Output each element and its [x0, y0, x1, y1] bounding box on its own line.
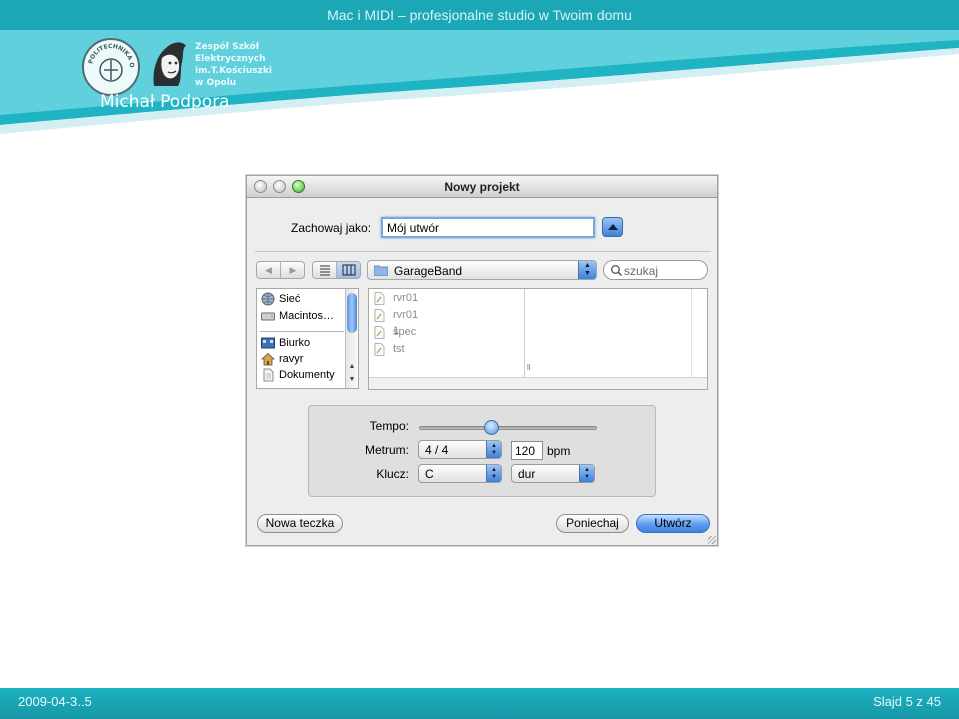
list-view-icon — [320, 265, 330, 276]
location-popup[interactable]: GarageBand ▲ ▼ — [367, 260, 597, 280]
garageband-file-icon — [374, 343, 385, 356]
project-settings-panel: Tempo: Metrum: 4 / 4 ▲▼ bpm Klucz: C ▲▼ … — [308, 405, 656, 497]
tempo-slider-track[interactable] — [419, 426, 597, 430]
forward-arrow-icon[interactable]: ▶ — [281, 262, 304, 278]
scale-mode-popup[interactable]: dur ▲ ▼ — [511, 464, 595, 483]
sidebar-item-label: ravyr — [279, 353, 304, 365]
garageband-file-icon — [374, 309, 385, 322]
documents-icon — [263, 368, 274, 382]
header-title: Mac i MIDI – profesjonalne studio w Twoi… — [327, 7, 632, 23]
filename-input[interactable] — [381, 217, 595, 238]
tempo-label: Tempo: — [369, 419, 409, 433]
resize-grip-icon[interactable] — [708, 536, 716, 544]
column-resize-handle-icon[interactable]: ll — [527, 363, 531, 372]
school-line-2: Elektrycznych — [195, 54, 266, 64]
school-line-1: Zespół Szkół — [195, 42, 260, 52]
dialog-titlebar[interactable]: Nowy projekt — [247, 176, 717, 198]
search-placeholder: szukaj — [624, 264, 659, 278]
divider — [255, 251, 711, 252]
save-as-label: Zachowaj jako: — [291, 221, 372, 235]
column-divider — [691, 289, 692, 377]
school-name: Zespół Szkół Elektrycznych im.T.Kościusz… — [195, 41, 285, 89]
places-sidebar: Sieć Macintos… Biurko ravyr Dokumenty ▲ … — [256, 288, 359, 389]
seal-icon: POLITECHNIKA OPOLSKA — [84, 40, 135, 82]
bpm-unit-label: bpm — [547, 444, 571, 458]
new-folder-button[interactable]: Nowa teczka — [257, 514, 343, 533]
dialog-title: Nowy projekt — [444, 180, 520, 194]
file-name: tst — [393, 343, 405, 355]
tempo-slider-knob[interactable] — [484, 420, 500, 435]
column-view-icon — [342, 264, 356, 276]
sidebar-scroll-thumb[interactable] — [347, 293, 357, 333]
kosciuszko-portrait-logo — [153, 42, 186, 86]
garageband-file-icon — [374, 292, 385, 305]
cancel-button[interactable]: Poniechaj — [556, 514, 629, 533]
view-mode-switch — [312, 261, 361, 279]
search-field[interactable]: szukaj — [603, 260, 708, 280]
sidebar-item-label: Biurko — [279, 337, 311, 349]
home-icon — [261, 352, 275, 366]
disclosure-up-icon — [608, 224, 618, 230]
back-arrow-icon[interactable]: ◀ — [257, 262, 281, 278]
network-globe-icon — [261, 292, 275, 306]
author-name: Michał Podpora — [100, 92, 230, 112]
list-view-button[interactable] — [313, 262, 337, 278]
garageband-file-icon — [374, 326, 385, 339]
location-value: GarageBand — [394, 264, 463, 278]
desktop-icon — [261, 337, 275, 349]
header-wave — [0, 30, 959, 134]
folder-icon — [374, 265, 388, 276]
time-signature-popup[interactable]: 4 / 4 ▲ ▼ — [418, 440, 502, 459]
time-signature-value: 4 / 4 — [425, 443, 449, 457]
svg-text:POLITECHNIKA OPOLSKA: POLITECHNIKA OPOLSKA — [84, 40, 135, 68]
new-project-dialog: Nowy projekt Zachowaj jako: ◀ ▶ GarageBa… — [246, 175, 718, 546]
search-icon — [611, 265, 623, 277]
popup-stepper-icon: ▲ ▼ — [578, 261, 596, 279]
footer-band — [0, 688, 959, 719]
school-line-4: w Opolu — [195, 78, 237, 88]
browser-horizontal-scrollbar[interactable] — [369, 377, 707, 389]
file-column: rvr01 rvr01 1 spec tst — [369, 289, 525, 377]
slide-number: Slajd 5 z 45 — [873, 694, 941, 709]
expand-dialog-button[interactable] — [602, 217, 623, 237]
popup-stepper-icon: ▲ ▼ — [486, 465, 501, 482]
hard-disk-icon — [261, 312, 275, 321]
politechnika-seal-logo: POLITECHNIKA OPOLSKA — [82, 38, 140, 96]
sidebar-divider — [260, 331, 344, 332]
school-line-3: im.T.Kościuszki — [195, 66, 272, 76]
slide: Mac i MIDI – profesjonalne studio w Twoi… — [0, 0, 959, 719]
time-signature-label: Metrum: — [364, 443, 409, 457]
tempo-bpm-input[interactable] — [511, 441, 543, 460]
sidebar-item-label: Macintos… — [279, 310, 335, 322]
footer-date: 2009-04-3..5 — [18, 694, 92, 709]
scale-mode-value: dur — [518, 467, 536, 481]
create-button[interactable]: Utwórz — [636, 514, 710, 533]
column-view-button[interactable] — [337, 262, 360, 278]
key-label: Klucz: — [376, 467, 409, 481]
popup-stepper-icon: ▲ ▼ — [486, 441, 501, 458]
popup-stepper-icon: ▲ ▼ — [579, 465, 594, 482]
file-browser: rvr01 rvr01 1 spec tst ll — [368, 288, 708, 390]
scroll-down-arrow-icon[interactable]: ▼ — [347, 375, 357, 385]
sidebar-item-label: Dokumenty — [279, 369, 335, 381]
sidebar-scrollbar[interactable]: ▲ ▼ — [345, 289, 358, 388]
sidebar-item-label: Sieć — [279, 293, 301, 305]
history-nav: ◀ ▶ — [256, 261, 305, 279]
file-name: spec — [393, 326, 417, 338]
key-value: C — [425, 467, 434, 481]
key-popup[interactable]: C ▲ ▼ — [418, 464, 502, 483]
scroll-up-arrow-icon[interactable]: ▲ — [347, 362, 357, 372]
file-name: rvr01 — [393, 292, 419, 304]
